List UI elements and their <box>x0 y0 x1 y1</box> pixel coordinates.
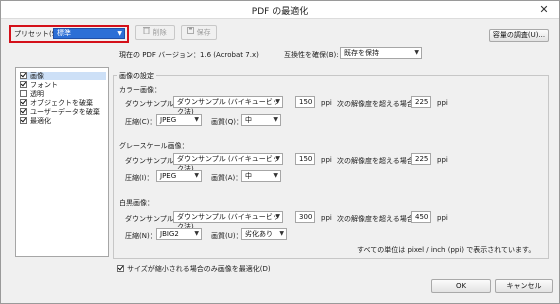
checkbox[interactable] <box>20 90 27 97</box>
color-compression-dropdown[interactable]: JPEG ▼ <box>156 114 202 126</box>
checkbox[interactable] <box>117 265 124 272</box>
chevron-down-icon: ▼ <box>414 49 419 56</box>
list-item-label: 最適化 <box>30 117 51 125</box>
mono-ppi-input[interactable]: 300 <box>295 211 315 223</box>
gray-ppi-input[interactable]: 150 <box>295 153 315 165</box>
color-threshold-input[interactable]: 225 <box>411 96 431 108</box>
preset-dropdown[interactable]: 標準 ▼ <box>53 28 125 39</box>
gray-compression-value: JPEG <box>160 172 177 180</box>
gray-threshold-input[interactable]: 225 <box>411 153 431 165</box>
mono-threshold-input[interactable]: 450 <box>411 211 431 223</box>
list-item-fonts[interactable]: フォント <box>20 81 58 89</box>
delete-label: 削除 <box>152 28 167 37</box>
close-icon[interactable]: ✕ <box>537 3 551 16</box>
color-images-title: カラー画像： <box>119 86 161 94</box>
settings-panel-list: 画像 フォント 透明 オブジェクトを破棄 ユーザーデータを破棄 最適化 <box>15 67 109 257</box>
gray-threshold-unit: ppi <box>437 156 448 164</box>
gray-compression-dropdown[interactable]: JPEG ▼ <box>156 170 202 182</box>
chevron-down-icon: ▼ <box>194 116 199 123</box>
ok-button[interactable]: OK <box>431 279 491 293</box>
image-settings-title: 画像の設定 <box>117 71 156 81</box>
checkbox[interactable] <box>20 81 27 88</box>
list-item-label: フォント <box>30 81 58 89</box>
mono-quality-value: 劣化あり <box>245 230 273 238</box>
color-threshold-unit: ppi <box>437 99 448 107</box>
mono-quality-dropdown[interactable]: 劣化あり ▼ <box>241 228 287 240</box>
chevron-down-icon: ▼ <box>279 230 284 237</box>
mono-images-title: 白黒画像： <box>119 199 154 207</box>
compat-label: 互換性を確保(B): <box>284 51 339 59</box>
cancel-button[interactable]: キャンセル <box>495 279 553 293</box>
gray-images-title: グレースケール画像： <box>119 142 189 150</box>
save-button[interactable]: 保存 <box>181 25 217 40</box>
list-item-label: 画像 <box>30 72 44 80</box>
compat-dropdown[interactable]: 既存を保持 ▼ <box>340 47 422 59</box>
save-label: 保存 <box>196 28 211 37</box>
window-title: PDF の最適化 <box>251 7 309 17</box>
preset-value: 標準 <box>57 29 71 37</box>
mono-threshold-unit: ppi <box>437 214 448 222</box>
gray-compression-label: 圧縮(I)： <box>125 174 154 182</box>
units-note: すべての単位は pixel / inch (ppi) で表示されています。 <box>357 246 536 254</box>
chevron-down-icon: ▼ <box>194 172 199 179</box>
list-item-label: ユーザーデータを破棄 <box>30 108 100 116</box>
gray-quality-label: 画質(A)： <box>211 174 243 182</box>
chevron-down-icon: ▼ <box>194 230 199 237</box>
gray-quality-dropdown[interactable]: 中 ▼ <box>241 170 281 182</box>
mono-compression-value: JBIG2 <box>160 230 179 238</box>
list-item-transparency[interactable]: 透明 <box>20 90 44 98</box>
optimize-only-if-smaller-checkbox[interactable]: サイズが縮小される場合のみ画像を最適化(D) <box>117 264 271 274</box>
gray-downsample-dropdown[interactable]: ダウンサンプル (バイキュービック法) ▼ <box>173 153 283 173</box>
color-compression-label: 圧縮(C)： <box>125 118 157 126</box>
color-ppi-input[interactable]: 150 <box>295 96 315 108</box>
checkbox[interactable] <box>20 117 27 124</box>
audit-space-button[interactable]: 容量の調査(U)... <box>489 29 549 42</box>
list-item-discard-objects[interactable]: オブジェクトを破棄 <box>20 99 93 107</box>
mono-ppi-unit: ppi <box>321 214 332 222</box>
gray-ppi-unit: ppi <box>321 156 332 164</box>
list-item-label: 透明 <box>30 90 44 98</box>
list-item-images[interactable]: 画像 <box>20 72 106 80</box>
color-compression-value: JPEG <box>160 116 177 124</box>
mono-quality-label: 画質(U)： <box>211 232 243 240</box>
chevron-down-icon: ▼ <box>275 213 280 220</box>
chevron-down-icon: ▼ <box>117 30 122 37</box>
trash-icon <box>143 26 151 39</box>
chevron-down-icon: ▼ <box>275 155 280 162</box>
current-version-text: 現在の PDF バージョン：1.6 (Acrobat 7.x) <box>119 51 259 59</box>
list-item-discard-user-data[interactable]: ユーザーデータを破棄 <box>20 108 100 116</box>
optimize-checkbox-label: サイズが縮小される場合のみ画像を最適化(D) <box>127 265 271 273</box>
delete-button[interactable]: 削除 <box>135 25 175 40</box>
title-bar: PDF の最適化 ✕ <box>1 1 559 19</box>
color-quality-label: 画質(Q)： <box>211 118 243 126</box>
chevron-down-icon: ▼ <box>273 116 278 123</box>
color-ppi-unit: ppi <box>321 99 332 107</box>
checkbox[interactable] <box>20 99 27 106</box>
checkbox[interactable] <box>20 108 27 115</box>
list-item-optimize[interactable]: 最適化 <box>20 117 51 125</box>
chevron-down-icon: ▼ <box>275 98 280 105</box>
mono-compression-dropdown[interactable]: JBIG2 ▼ <box>156 228 202 240</box>
mono-downsample-dropdown[interactable]: ダウンサンプル (バイキュービック法) ▼ <box>173 211 283 231</box>
save-icon <box>187 26 195 39</box>
gray-quality-value: 中 <box>245 172 252 180</box>
compat-value: 既存を保持 <box>344 49 379 57</box>
checkbox[interactable] <box>20 72 27 79</box>
color-quality-dropdown[interactable]: 中 ▼ <box>241 114 281 126</box>
color-downsample-dropdown[interactable]: ダウンサンプル (バイキュービック法) ▼ <box>173 96 283 116</box>
optimize-pdf-dialog: PDF の最適化 ✕ プリセット(S): 標準 ▼ 削除 保存 容量の調査(U)… <box>0 0 560 304</box>
list-item-label: オブジェクトを破棄 <box>30 99 93 107</box>
color-quality-value: 中 <box>245 116 252 124</box>
chevron-down-icon: ▼ <box>273 172 278 179</box>
mono-compression-label: 圧縮(N)： <box>125 232 157 240</box>
